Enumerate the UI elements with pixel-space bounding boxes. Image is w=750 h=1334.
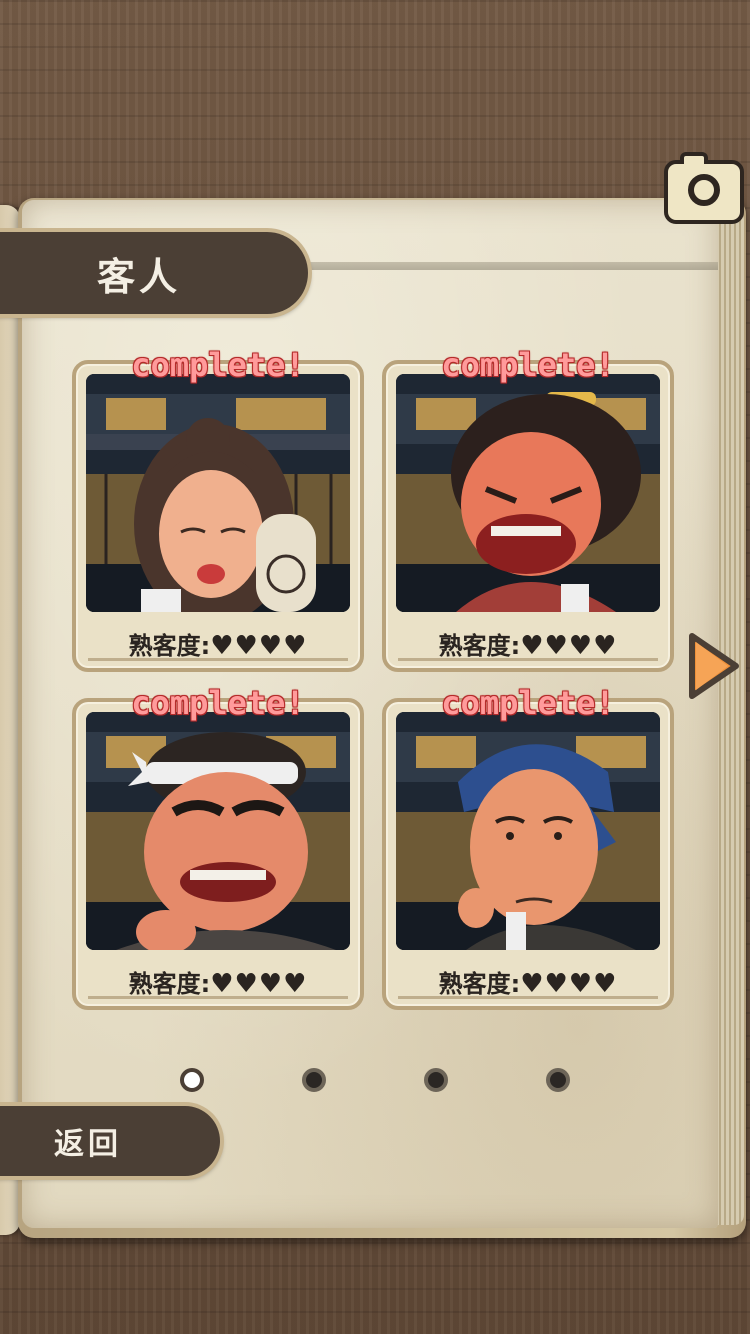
- familiarity-label: 熟客度:: [438, 632, 521, 660]
- page-dot-3[interactable]: [424, 1068, 448, 1092]
- camera-top: [680, 152, 708, 164]
- page-dot-1[interactable]: [180, 1068, 204, 1092]
- guest-portrait-tired-man: [396, 712, 660, 950]
- page-dot-2[interactable]: [302, 1068, 326, 1092]
- guest-card-2[interactable]: complete! 熟客度:♥♥♥♥: [382, 346, 674, 672]
- complete-label: complete!: [441, 346, 615, 384]
- complete-label: complete!: [441, 684, 615, 722]
- guest-portrait-frame: [396, 712, 660, 950]
- familiarity-hearts: ♥♥♥♥: [210, 969, 308, 999]
- camera-lens: [688, 174, 720, 206]
- card-underline: [88, 658, 348, 661]
- guest-portrait-samurai: [396, 374, 660, 612]
- guest-portrait-frame: [86, 712, 350, 950]
- guest-portrait-woman: [86, 374, 350, 612]
- guest-portrait-frame: [86, 374, 350, 612]
- book-left-page-edge: [0, 205, 20, 1235]
- guest-card-4[interactable]: complete! 熟客度:♥♥♥♥: [382, 684, 674, 1010]
- next-page-arrow-icon[interactable]: [686, 632, 740, 700]
- card-underline: [88, 996, 348, 999]
- title-tab: 客人: [0, 232, 308, 314]
- familiarity-row: 熟客度:♥♥♥♥: [86, 964, 350, 999]
- page-divider: [310, 262, 718, 270]
- camera-icon[interactable]: [664, 152, 744, 224]
- card-underline: [398, 658, 658, 661]
- familiarity-row: 熟客度:♥♥♥♥: [396, 626, 660, 661]
- familiarity-row: 熟客度:♥♥♥♥: [86, 626, 350, 661]
- familiarity-hearts: ♥♥♥♥: [520, 631, 618, 661]
- page-title: 客人: [96, 254, 181, 299]
- familiarity-label: 熟客度:: [438, 970, 521, 998]
- complete-label: complete!: [131, 346, 305, 384]
- familiarity-row: 熟客度:♥♥♥♥: [396, 964, 660, 999]
- familiarity-hearts: ♥♥♥♥: [210, 631, 308, 661]
- back-button-label: 返回: [54, 1127, 122, 1162]
- guest-portrait-frame: [396, 374, 660, 612]
- familiarity-hearts: ♥♥♥♥: [520, 969, 618, 999]
- familiarity-label: 熟客度:: [128, 970, 211, 998]
- complete-label: complete!: [131, 684, 305, 722]
- card-underline: [398, 996, 658, 999]
- page-dot-4[interactable]: [546, 1068, 570, 1092]
- familiarity-label: 熟客度:: [128, 632, 211, 660]
- guest-card-3[interactable]: complete! 熟客度:♥♥♥♥: [72, 684, 364, 1010]
- guest-card-1[interactable]: complete! 熟客度:♥♥♥♥: [72, 346, 364, 672]
- book-page-stack: [716, 210, 744, 1225]
- guest-portrait-worker: [86, 712, 350, 950]
- back-button[interactable]: 返回: [0, 1106, 220, 1176]
